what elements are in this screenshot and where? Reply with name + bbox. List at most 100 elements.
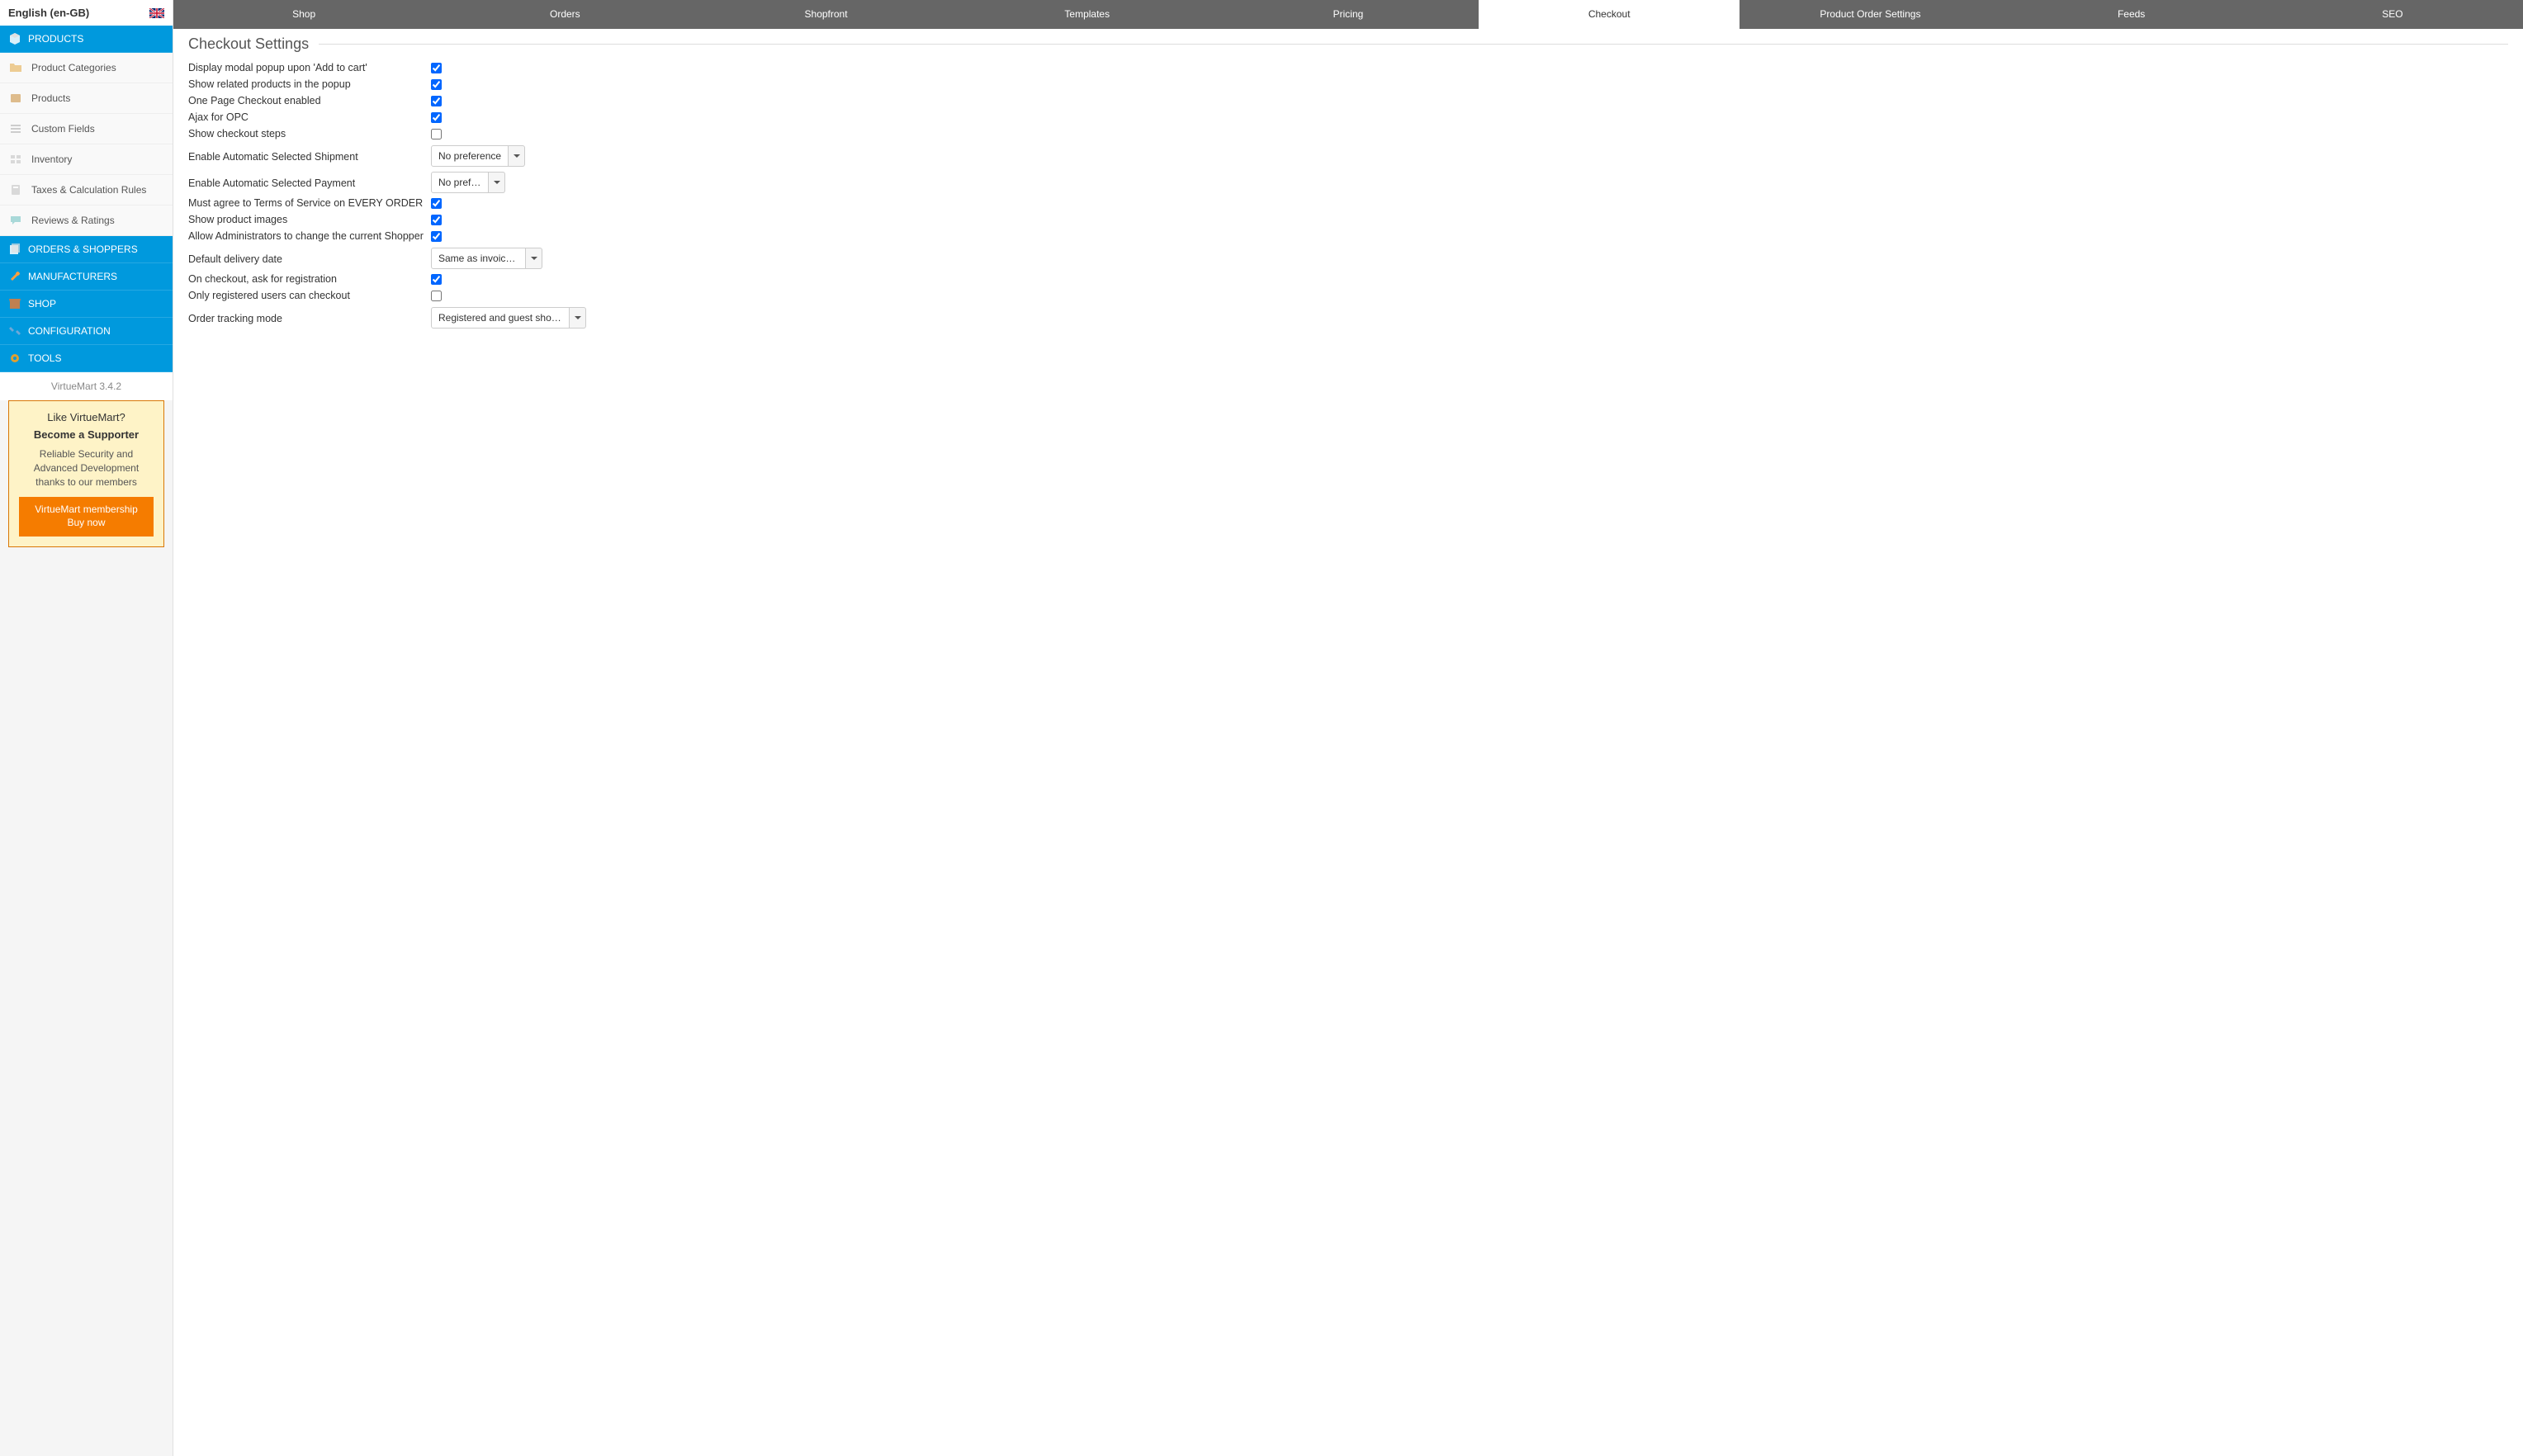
version-label: VirtueMart 3.4.2 bbox=[0, 372, 173, 400]
setting-row: Enable Automatic Selected Shipment No pr… bbox=[188, 143, 2508, 169]
sidebar-section-manufacturers[interactable]: MANUFACTURERS bbox=[0, 263, 173, 291]
sidebar-section-shop[interactable]: SHOP bbox=[0, 291, 173, 318]
checkbox-product-images[interactable] bbox=[431, 215, 442, 225]
dropdown-delivery-date[interactable]: Same as invoice … bbox=[431, 248, 542, 269]
sidebar-section-products[interactable]: PRODUCTS bbox=[0, 26, 173, 53]
sidebar-section-label: PRODUCTS bbox=[28, 33, 83, 45]
promo-line2: Become a Supporter bbox=[19, 428, 154, 441]
setting-row: Order tracking mode Registered and guest… bbox=[188, 305, 2508, 331]
tab-seo[interactable]: SEO bbox=[2262, 0, 2523, 29]
wrench-icon bbox=[8, 270, 21, 283]
tab-checkout[interactable]: Checkout bbox=[1479, 0, 1740, 29]
dropdown-value[interactable]: Same as invoice … bbox=[431, 248, 526, 269]
sidebar-section-label: CONFIGURATION bbox=[28, 325, 111, 337]
dropdown-tracking-mode[interactable]: Registered and guest shop… bbox=[431, 307, 586, 329]
folder-icon bbox=[8, 61, 23, 74]
setting-label: One Page Checkout enabled bbox=[188, 94, 431, 106]
setting-label: Enable Automatic Selected Shipment bbox=[188, 150, 431, 163]
checkbox-related-products[interactable] bbox=[431, 79, 442, 90]
tab-orders[interactable]: Orders bbox=[434, 0, 695, 29]
checkbox-ask-registration[interactable] bbox=[431, 274, 442, 285]
sidebar-item-product-categories[interactable]: Product Categories bbox=[0, 53, 173, 83]
language-bar: English (en-GB) bbox=[0, 0, 173, 26]
checkbox-registered-only[interactable] bbox=[431, 291, 442, 301]
sidebar-item-label: Product Categories bbox=[31, 62, 116, 73]
list-icon bbox=[8, 122, 23, 135]
store-icon bbox=[8, 297, 21, 310]
tab-shopfront[interactable]: Shopfront bbox=[695, 0, 956, 29]
setting-row: Enable Automatic Selected Payment No pre… bbox=[188, 169, 2508, 196]
setting-label: Default delivery date bbox=[188, 253, 431, 265]
sidebar-item-products[interactable]: Products bbox=[0, 83, 173, 114]
setting-row: Only registered users can checkout bbox=[188, 288, 2508, 305]
dropdown-value[interactable]: Registered and guest shop… bbox=[431, 307, 570, 329]
dropdown-auto-payment[interactable]: No prefer… bbox=[431, 172, 505, 193]
setting-row: Allow Administrators to change the curre… bbox=[188, 229, 2508, 245]
tab-bar: Shop Orders Shopfront Templates Pricing … bbox=[173, 0, 2523, 29]
sidebar-item-label: Inventory bbox=[31, 154, 72, 165]
tab-feeds[interactable]: Feeds bbox=[2001, 0, 2262, 29]
promo-box: Like VirtueMart? Become a Supporter Reli… bbox=[8, 400, 164, 547]
setting-label: Display modal popup upon 'Add to cart' bbox=[188, 61, 431, 73]
sidebar: English (en-GB) PRODUCTS Product Categor… bbox=[0, 0, 173, 1456]
setting-row: Show checkout steps bbox=[188, 126, 2508, 143]
setting-label: Show product images bbox=[188, 213, 431, 225]
shelves-icon bbox=[8, 153, 23, 166]
checkbox-tos[interactable] bbox=[431, 198, 442, 209]
sidebar-item-custom-fields[interactable]: Custom Fields bbox=[0, 114, 173, 144]
setting-label: Allow Administrators to change the curre… bbox=[188, 229, 431, 242]
checkbox-show-steps[interactable] bbox=[431, 129, 442, 139]
tab-shop[interactable]: Shop bbox=[173, 0, 434, 29]
setting-label: Enable Automatic Selected Payment bbox=[188, 177, 431, 189]
chevron-down-icon[interactable] bbox=[526, 248, 542, 269]
sidebar-item-label: Custom Fields bbox=[31, 123, 95, 135]
sidebar-section-tools[interactable]: TOOLS bbox=[0, 345, 173, 372]
sidebar-section-orders-shoppers[interactable]: ORDERS & SHOPPERS bbox=[0, 236, 173, 263]
promo-line1: Like VirtueMart? bbox=[19, 411, 154, 423]
sidebar-item-label: Taxes & Calculation Rules bbox=[31, 184, 146, 196]
sidebar-item-taxes[interactable]: Taxes & Calculation Rules bbox=[0, 175, 173, 206]
tab-pricing[interactable]: Pricing bbox=[1218, 0, 1479, 29]
tools-icon bbox=[8, 324, 21, 338]
chevron-down-icon[interactable] bbox=[570, 307, 586, 329]
setting-label: Ajax for OPC bbox=[188, 111, 431, 123]
sidebar-item-inventory[interactable]: Inventory bbox=[0, 144, 173, 175]
sidebar-item-label: Products bbox=[31, 92, 70, 104]
sidebar-section-configuration[interactable]: CONFIGURATION bbox=[0, 318, 173, 345]
setting-label: Order tracking mode bbox=[188, 312, 431, 324]
dropdown-value[interactable]: No preference bbox=[431, 145, 509, 167]
sidebar-section-label: TOOLS bbox=[28, 352, 61, 364]
setting-row: Default delivery date Same as invoice … bbox=[188, 245, 2508, 272]
setting-row: Show related products in the popup bbox=[188, 77, 2508, 93]
sidebar-section-label: MANUFACTURERS bbox=[28, 271, 117, 282]
sidebar-section-label: SHOP bbox=[28, 298, 56, 310]
setting-row: Must agree to Terms of Service on EVERY … bbox=[188, 196, 2508, 212]
package-icon bbox=[8, 92, 23, 105]
checkbox-admin-change-shopper[interactable] bbox=[431, 231, 442, 242]
language-label: English (en-GB) bbox=[8, 7, 89, 19]
setting-row: Ajax for OPC bbox=[188, 110, 2508, 126]
setting-label: On checkout, ask for registration bbox=[188, 272, 431, 285]
tab-product-order-settings[interactable]: Product Order Settings bbox=[1740, 0, 2000, 29]
checkbox-ajax-opc[interactable] bbox=[431, 112, 442, 123]
setting-row: Show product images bbox=[188, 212, 2508, 229]
setting-label: Show related products in the popup bbox=[188, 78, 431, 90]
promo-line3: Reliable Security and Advanced Developme… bbox=[19, 447, 154, 489]
dropdown-value[interactable]: No prefer… bbox=[431, 172, 489, 193]
dropdown-auto-shipment[interactable]: No preference bbox=[431, 145, 525, 167]
promo-buy-button[interactable]: VirtueMart membership Buy now bbox=[19, 497, 154, 536]
flag-icon[interactable] bbox=[149, 8, 164, 18]
setting-label: Show checkout steps bbox=[188, 127, 431, 139]
main-area: Shop Orders Shopfront Templates Pricing … bbox=[173, 0, 2523, 1456]
sidebar-item-label: Reviews & Ratings bbox=[31, 215, 115, 226]
chevron-down-icon[interactable] bbox=[489, 172, 505, 193]
tab-templates[interactable]: Templates bbox=[957, 0, 1218, 29]
calculator-icon bbox=[8, 183, 23, 196]
chevron-down-icon[interactable] bbox=[509, 145, 525, 167]
setting-row: On checkout, ask for registration bbox=[188, 272, 2508, 288]
sidebar-item-reviews[interactable]: Reviews & Ratings bbox=[0, 206, 173, 236]
gear-icon bbox=[8, 352, 21, 365]
checkout-settings-fieldset: Checkout Settings Display modal popup up… bbox=[188, 44, 2508, 331]
checkbox-modal-popup[interactable] bbox=[431, 63, 442, 73]
checkbox-opc-enabled[interactable] bbox=[431, 96, 442, 106]
